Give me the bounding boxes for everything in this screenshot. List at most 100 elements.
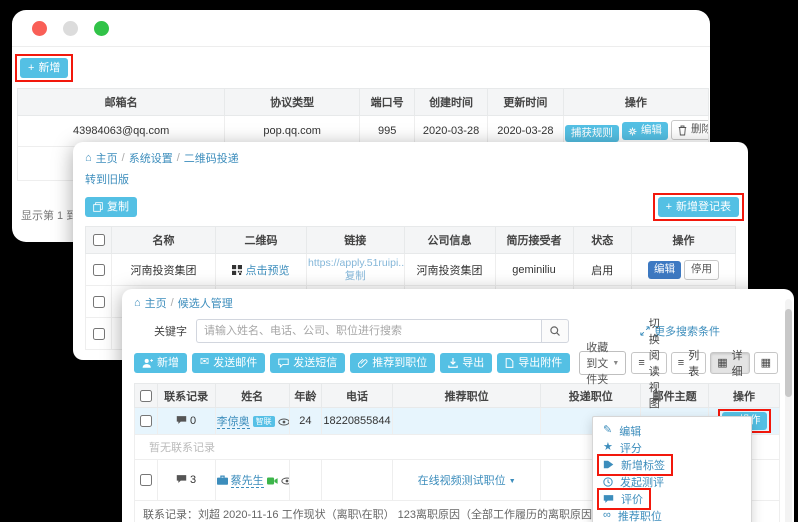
link-icon: ∞ — [603, 510, 611, 521]
list-view-button[interactable]: ≡ 列表 — [671, 352, 706, 374]
screenshot-stage: + 新增 邮箱名 协议类型 端口号 创建时间 更新时间 操作 43984063@… — [0, 0, 798, 522]
preview-link[interactable]: 点击预览 — [246, 265, 290, 277]
email-table-header: 邮箱名 协议类型 端口号 创建时间 更新时间 操作 — [18, 89, 709, 116]
delete-button[interactable]: 删除 — [671, 120, 709, 140]
col-actions: 操作 — [632, 227, 736, 254]
close-window-dot[interactable] — [32, 21, 47, 36]
col-qrcode: 二维码 — [216, 227, 307, 254]
chevron-down-icon: ▼ — [612, 360, 619, 367]
breadcrumb: ⌂ 主页 / 候选人管理 — [134, 295, 784, 311]
grid-view-button[interactable]: ▦ — [754, 352, 778, 374]
plus-icon: + — [666, 202, 672, 213]
candidate-name-link[interactable]: 李倞奥 — [217, 416, 250, 429]
add-email-button[interactable]: + 新增 — [20, 58, 68, 78]
select-cell — [86, 286, 112, 318]
scrollbar-thumb[interactable] — [785, 309, 792, 397]
search-input[interactable] — [196, 319, 541, 343]
menu-item-add-tag[interactable]: 新增标签 — [593, 456, 751, 473]
minimize-window-dot[interactable] — [63, 21, 78, 36]
select-cell — [86, 254, 112, 286]
reading-view-toggle-button[interactable]: ≡ 切换阅读视图 — [631, 352, 666, 374]
maximize-window-dot[interactable] — [94, 21, 109, 36]
export-button[interactable]: 导出 — [440, 353, 492, 373]
breadcrumb-separator: / — [122, 152, 125, 164]
col-actions: 操作 — [709, 384, 780, 408]
comment-icon — [176, 415, 187, 425]
row-checkbox[interactable] — [140, 415, 152, 427]
comment-icon — [176, 474, 187, 484]
col-created: 创建时间 — [415, 89, 488, 116]
more-filters-label: 更多搜索条件 — [654, 323, 720, 339]
breadcrumb-home[interactable]: 主页 — [145, 295, 167, 311]
search-button[interactable] — [541, 319, 569, 343]
row-checkbox[interactable] — [93, 264, 105, 276]
select-cell — [86, 318, 112, 350]
clock-icon — [603, 477, 613, 487]
col-port: 端口号 — [360, 89, 415, 116]
tag-icon — [603, 460, 614, 469]
breadcrumb-current[interactable]: 二维码投递 — [184, 150, 239, 166]
gear-icon — [628, 127, 637, 136]
menu-item-edit[interactable]: ✎ 编辑 — [593, 422, 751, 439]
col-recommended-job: 推荐职位 — [392, 384, 540, 408]
add-candidate-button[interactable]: 新增 — [134, 353, 187, 373]
delete-label: 删除 — [691, 123, 709, 137]
apply-url-link[interactable]: https://apply.51ruipi... — [308, 257, 404, 269]
disable-button[interactable]: 停用 — [684, 260, 719, 280]
recommended-job-link[interactable]: 在线视频测试职位 ▼ — [418, 475, 516, 487]
col-phone: 电话 — [322, 384, 393, 408]
col-receiver: 简历接受者 — [495, 227, 573, 254]
add-email-label: 新增 — [38, 61, 60, 75]
col-name: 名称 — [112, 227, 216, 254]
contact-count: 0 — [190, 415, 196, 427]
contact-records-cell: 0 — [157, 408, 215, 435]
row-checkbox[interactable] — [93, 296, 105, 308]
select-all-checkbox[interactable] — [93, 234, 105, 246]
recommend-to-job-button[interactable]: 推荐到职位 — [350, 353, 435, 373]
candidates-toolbar: 新增 ✉ 发送邮件 发送短信 推荐到职位 — [134, 351, 784, 375]
col-contact-records: 联系记录 — [157, 384, 215, 408]
breadcrumb-home[interactable]: 主页 — [96, 150, 118, 166]
search-icon — [549, 325, 561, 337]
scrollbar-track[interactable] — [785, 299, 792, 522]
file-icon — [505, 358, 514, 368]
add-registration-form-button[interactable]: + 新增登记表 — [658, 197, 739, 217]
eye-icon[interactable] — [278, 418, 290, 426]
col-protocol: 协议类型 — [225, 89, 360, 116]
menu-item-recommend-job[interactable]: ∞ 推荐职位 — [593, 507, 751, 522]
export-attachment-button[interactable]: 导出附件 — [497, 353, 570, 373]
col-actions: 操作 — [563, 89, 708, 116]
col-age: 年龄 — [289, 384, 321, 408]
copy-url-link[interactable]: 复制 — [345, 270, 366, 282]
select-all-checkbox[interactable] — [140, 390, 152, 402]
send-sms-button[interactable]: 发送短信 — [270, 353, 345, 373]
annotation-box-add-form: + 新增登记表 — [653, 193, 744, 221]
age-cell: 24 — [289, 408, 321, 435]
eye-icon[interactable] — [281, 477, 289, 485]
row-action-menu: ✎ 编辑 ★ 评分 新增标签 — [592, 416, 752, 522]
candidate-name-link[interactable]: 蔡先生 — [231, 475, 264, 488]
add-label: 新增 — [157, 356, 179, 370]
envelope-icon: ✉ — [200, 357, 209, 368]
row-checkbox[interactable] — [140, 474, 152, 486]
old-version-link[interactable]: 转到旧版 — [85, 174, 129, 186]
breadcrumb-system-settings[interactable]: 系统设置 — [129, 150, 173, 166]
video-icon[interactable] — [267, 477, 278, 485]
col-status: 状态 — [573, 227, 632, 254]
folder-select[interactable]: 收藏到文件夹 ▼ — [579, 351, 626, 375]
copy-button[interactable]: 复制 — [85, 197, 137, 217]
breadcrumb-current[interactable]: 候选人管理 — [178, 295, 233, 311]
row-checkbox[interactable] — [93, 328, 105, 340]
annotation-box-add-email: + 新增 — [15, 54, 73, 82]
capture-rules-button[interactable]: 捕获规则 — [565, 125, 619, 143]
send-email-button[interactable]: ✉ 发送邮件 — [192, 353, 265, 373]
menu-item-evaluate[interactable]: 评价 — [593, 490, 751, 507]
edit-button[interactable]: 编辑 — [648, 261, 681, 279]
breadcrumb: ⌂ 主页 / 系统设置 / 二维码投递 — [85, 150, 736, 166]
col-updated: 更新时间 — [487, 89, 563, 116]
search-bar: 关键字 更多搜索条件 — [134, 319, 784, 343]
edit-button[interactable]: 编辑 — [622, 122, 668, 140]
comment-icon — [603, 494, 614, 504]
person-plus-icon — [142, 358, 153, 368]
detail-view-button[interactable]: ▦ 详细 — [710, 352, 749, 374]
